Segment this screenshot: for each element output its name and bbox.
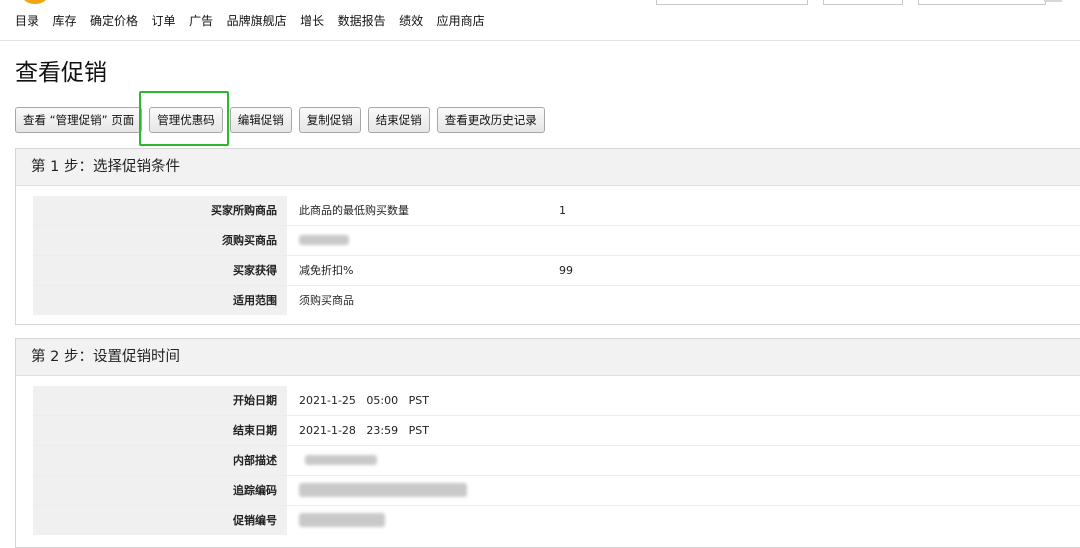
nav-item-growth[interactable]: 增长 [300,12,324,29]
nav-item-pricing[interactable]: 确定价格 [90,12,138,29]
view-manage-promotions-button[interactable]: 查看 “管理促销” 页面 [15,107,143,133]
nav-item-app-store[interactable]: 应用商店 [437,12,485,29]
promotion-toolbar: 查看 “管理促销” 页面 管理优惠码 编辑促销 复制促销 结束促销 查看更改历史… [15,107,552,133]
table-row: 买家获得 减免折扣% 99 [33,255,1080,285]
step2-title: 第 2 步：设置促销时间 [16,339,1080,376]
redacted-value [299,513,385,527]
top-search-input[interactable] [918,0,1046,5]
row-label: 买家获得 [33,256,287,285]
top-search-field[interactable] [656,0,808,5]
nav-item-inventory[interactable]: 库存 [53,12,77,29]
row-value: 须购买商品 [299,294,354,307]
top-field[interactable] [823,0,903,5]
step1-rows: 买家所购商品 此商品的最低购买数量 1 须购买商品 买家获得 减免折扣% 99 … [33,196,1080,315]
row-value [287,226,559,255]
step1-title: 第 1 步：选择促销条件 [16,149,1080,186]
step2-rows: 开始日期 2021-1-25 05:00 PST 结束日期 2021-1-28 … [33,386,1080,535]
redacted-value [305,455,377,465]
nav-item-catalog[interactable]: 目录 [15,12,39,29]
nav-item-performance[interactable]: 绩效 [399,12,423,29]
table-row: 开始日期 2021-1-25 05:00 PST [33,386,1080,415]
end-promotion-button[interactable]: 结束促销 [367,107,430,133]
redacted-value [299,235,349,245]
row-label: 适用范围 [33,286,287,315]
row-value [287,506,559,535]
table-row: 内部描述 [33,445,1080,475]
logo [22,0,48,4]
nav-item-reports[interactable]: 数据报告 [338,12,386,29]
row-value: 2021-1-28 23:59 PST [299,424,429,437]
row-value [287,476,559,505]
step1-panel: 第 1 步：选择促销条件 买家所购商品 此商品的最低购买数量 1 须购买商品 买… [15,148,1080,325]
table-row: 结束日期 2021-1-28 23:59 PST [33,415,1080,445]
table-row: 追踪编码 [33,475,1080,505]
nav-item-brand-store[interactable]: 品牌旗舰店 [227,12,287,29]
row-value [287,446,559,475]
redacted-value [299,483,467,497]
row-label: 结束日期 [33,416,287,445]
row-label: 买家所购商品 [33,196,287,225]
view-change-history-button[interactable]: 查看更改历史记录 [436,107,545,133]
row-value: 减免折扣% [299,264,354,277]
row-value-2: 1 [559,204,566,217]
row-value: 2021-1-25 05:00 PST [299,394,429,407]
copy-promotion-button[interactable]: 复制促销 [298,107,361,133]
row-label: 开始日期 [33,386,287,415]
edit-promotion-button[interactable]: 编辑促销 [229,107,292,133]
row-label: 内部描述 [33,446,287,475]
row-label: 促销编号 [33,506,287,535]
step2-panel: 第 2 步：设置促销时间 开始日期 2021-1-25 05:00 PST 结束… [15,338,1080,548]
top-search-button[interactable] [1044,0,1062,2]
row-label: 追踪编码 [33,476,287,505]
table-row: 须购买商品 [33,225,1080,255]
row-label: 须购买商品 [33,226,287,255]
nav-item-orders[interactable]: 订单 [152,12,176,29]
table-row: 促销编号 [33,505,1080,535]
page-title: 查看促销 [15,60,107,86]
highlight-box [139,91,229,146]
main-nav: 目录 库存 确定价格 订单 广告 品牌旗舰店 增长 数据报告 绩效 应用商店 [15,12,498,29]
table-row: 适用范围 须购买商品 [33,285,1080,315]
nav-divider [0,40,1080,41]
nav-item-advertising[interactable]: 广告 [189,12,213,29]
row-value-2: 99 [559,264,573,277]
row-value: 此商品的最低购买数量 [299,204,409,217]
table-row: 买家所购商品 此商品的最低购买数量 1 [33,196,1080,225]
